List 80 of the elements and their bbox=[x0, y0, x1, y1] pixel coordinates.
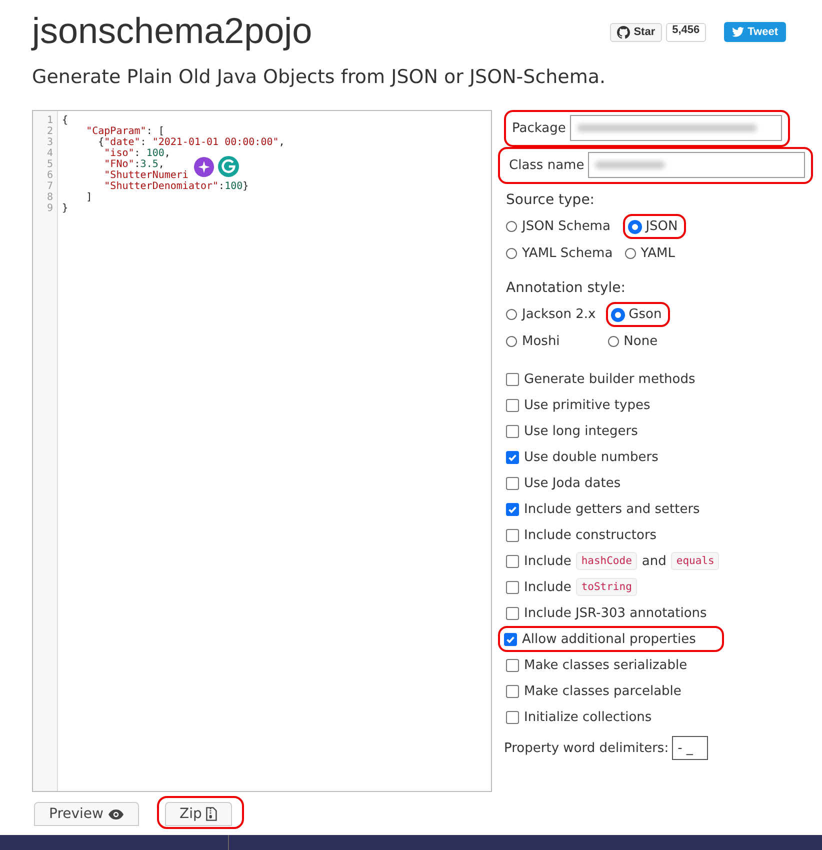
bird-icon bbox=[732, 27, 744, 37]
delimiters-field[interactable]: - _ bbox=[672, 736, 708, 760]
radio-option[interactable]: Gson bbox=[606, 302, 670, 327]
star-count: 5,456 bbox=[666, 22, 706, 42]
option-label: Include getters and setters bbox=[524, 502, 700, 516]
option-label: Include bbox=[524, 554, 572, 568]
code-line: "ShutterDenomiator":100} bbox=[103, 181, 249, 192]
option-label: Make classes serializable bbox=[524, 658, 688, 672]
option-label: Include JSR-303 annotations bbox=[524, 606, 707, 620]
radio-option[interactable]: Moshi bbox=[504, 329, 568, 354]
section-label: Annotation style: bbox=[506, 280, 627, 296]
code-editor[interactable]: 1 2 3 4 5 6 7 8 9 { "CapParam": [ {"date": "2021-01-01 00:00:00", "iso": 100, "FNo":3.5, "ShutterNumeri "ShutterDenomiator":100} ] } bbox=[32, 110, 492, 792]
radio-option[interactable]: JSON bbox=[622, 214, 686, 239]
blurred-value bbox=[595, 161, 666, 169]
checkbox[interactable] bbox=[506, 476, 519, 490]
option-label: Allow additional properties bbox=[522, 632, 696, 646]
package-field[interactable] bbox=[570, 115, 782, 141]
option-label: Use double numbers bbox=[524, 450, 658, 464]
checkbox[interactable] bbox=[506, 554, 519, 568]
page-title: jsonschema2pojo bbox=[32, 9, 312, 53]
eye-icon bbox=[108, 808, 124, 820]
option-label: Use Joda dates bbox=[524, 476, 621, 490]
line-number: 4 bbox=[46, 148, 54, 159]
delimiters-label: Property word delimiters: bbox=[504, 740, 669, 756]
checkbox[interactable] bbox=[506, 398, 519, 412]
checkbox[interactable] bbox=[506, 424, 519, 438]
code-label: toString bbox=[576, 578, 637, 596]
line-number: 8 bbox=[46, 192, 54, 203]
radio-option[interactable]: None bbox=[606, 329, 666, 354]
sparkle-icon[interactable] bbox=[194, 157, 214, 177]
option-label: Use long integers bbox=[524, 424, 638, 438]
option-label: Include bbox=[524, 580, 572, 594]
code-line: {"date": "2021-01-01 00:00:00", bbox=[98, 137, 285, 148]
grammar-check-icon[interactable] bbox=[218, 156, 239, 177]
code-line: ] bbox=[85, 192, 92, 203]
subtitle: Generate Plain Old Java Objects from JSON or JSON-Schema. bbox=[32, 66, 607, 88]
code-line: } bbox=[62, 203, 68, 214]
checkbox[interactable] bbox=[506, 606, 519, 620]
radio-option[interactable]: Jackson 2.x bbox=[504, 302, 604, 327]
package-label: Package bbox=[512, 120, 566, 136]
checkbox[interactable] bbox=[506, 450, 519, 464]
line-number: 1 bbox=[46, 115, 54, 126]
radio-option[interactable]: YAML Schema bbox=[504, 241, 621, 266]
code-line: "CapParam": [ bbox=[85, 126, 164, 137]
class-name-label: Class name bbox=[509, 158, 584, 172]
line-number: 9 bbox=[46, 203, 54, 214]
checkbox[interactable] bbox=[506, 372, 519, 386]
checkbox[interactable] bbox=[506, 528, 519, 542]
section-label: Source type: bbox=[506, 192, 596, 208]
line-number: 5 bbox=[46, 159, 54, 170]
option-label: and bbox=[642, 554, 666, 568]
zip-file-icon bbox=[206, 807, 217, 821]
code-line: { bbox=[62, 115, 68, 126]
option-label: Generate builder methods bbox=[524, 372, 696, 386]
code-line: "ShutterNumeri bbox=[103, 170, 188, 181]
option-label: Make classes parcelable bbox=[524, 684, 682, 698]
checkbox[interactable] bbox=[506, 502, 519, 516]
checkbox[interactable] bbox=[504, 632, 517, 646]
option-label: Initialize collections bbox=[524, 710, 652, 724]
checkbox[interactable] bbox=[506, 580, 519, 594]
option-label: Include constructors bbox=[524, 528, 657, 542]
checkbox[interactable] bbox=[506, 710, 519, 724]
github-icon bbox=[616, 26, 630, 38]
checkbox[interactable] bbox=[506, 658, 519, 672]
checkbox[interactable] bbox=[506, 684, 519, 698]
code-label: equals bbox=[671, 552, 720, 570]
class-name-field[interactable] bbox=[588, 152, 805, 178]
line-number: 6 bbox=[46, 170, 54, 181]
code-line: "iso": 100, bbox=[103, 148, 170, 159]
code-line: "FNo":3.5, bbox=[103, 159, 164, 170]
line-number: 2 bbox=[46, 126, 54, 137]
radio-option[interactable]: YAML bbox=[622, 241, 683, 266]
line-number: 3 bbox=[46, 137, 54, 148]
github-star-button[interactable]: Star bbox=[610, 22, 662, 42]
code-label: hashCode bbox=[576, 552, 637, 570]
action-button[interactable]: Zip bbox=[164, 802, 232, 826]
option-label: Use primitive types bbox=[524, 398, 650, 412]
line-number: 7 bbox=[46, 181, 54, 192]
action-button[interactable]: Preview bbox=[34, 802, 138, 826]
radio-option[interactable]: JSON Schema bbox=[504, 214, 618, 239]
